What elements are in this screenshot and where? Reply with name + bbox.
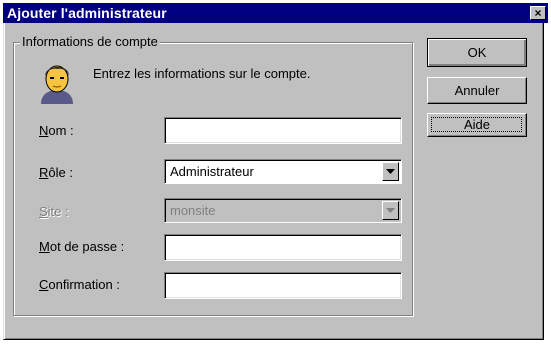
intro-text: Entrez les informations sur le compte. [93, 66, 311, 81]
role-dropdown-button[interactable] [382, 162, 399, 181]
close-button[interactable]: × [530, 6, 546, 20]
user-face-icon [41, 65, 73, 104]
window-title: Ajouter l'administrateur [7, 5, 167, 21]
site-selected-value: monsite [170, 203, 216, 218]
password-label: Mot de passe : [39, 239, 125, 254]
close-icon: × [534, 6, 542, 20]
cancel-button[interactable]: Annuler [427, 77, 527, 104]
nom-input[interactable] [164, 117, 402, 144]
focus-rect [431, 117, 522, 132]
chevron-down-icon [386, 169, 395, 174]
group-legend: Informations de compte [20, 34, 160, 49]
confirm-label: Confirmation : [39, 277, 120, 292]
role-select[interactable]: Administrateur [164, 159, 402, 184]
role-label: Rôle : [39, 165, 73, 180]
site-select: monsite [164, 198, 402, 223]
site-label: Site : [39, 204, 69, 219]
title-bar[interactable]: Ajouter l'administrateur × [3, 3, 548, 23]
site-dropdown-button [382, 201, 399, 220]
chevron-down-icon [386, 208, 395, 213]
nom-label: Nom : [39, 123, 74, 138]
ok-button[interactable]: OK [427, 38, 527, 67]
password-input[interactable] [164, 234, 402, 261]
help-button[interactable]: Aide [427, 113, 527, 137]
role-selected-value: Administrateur [170, 164, 254, 179]
confirm-password-input[interactable] [164, 272, 402, 299]
